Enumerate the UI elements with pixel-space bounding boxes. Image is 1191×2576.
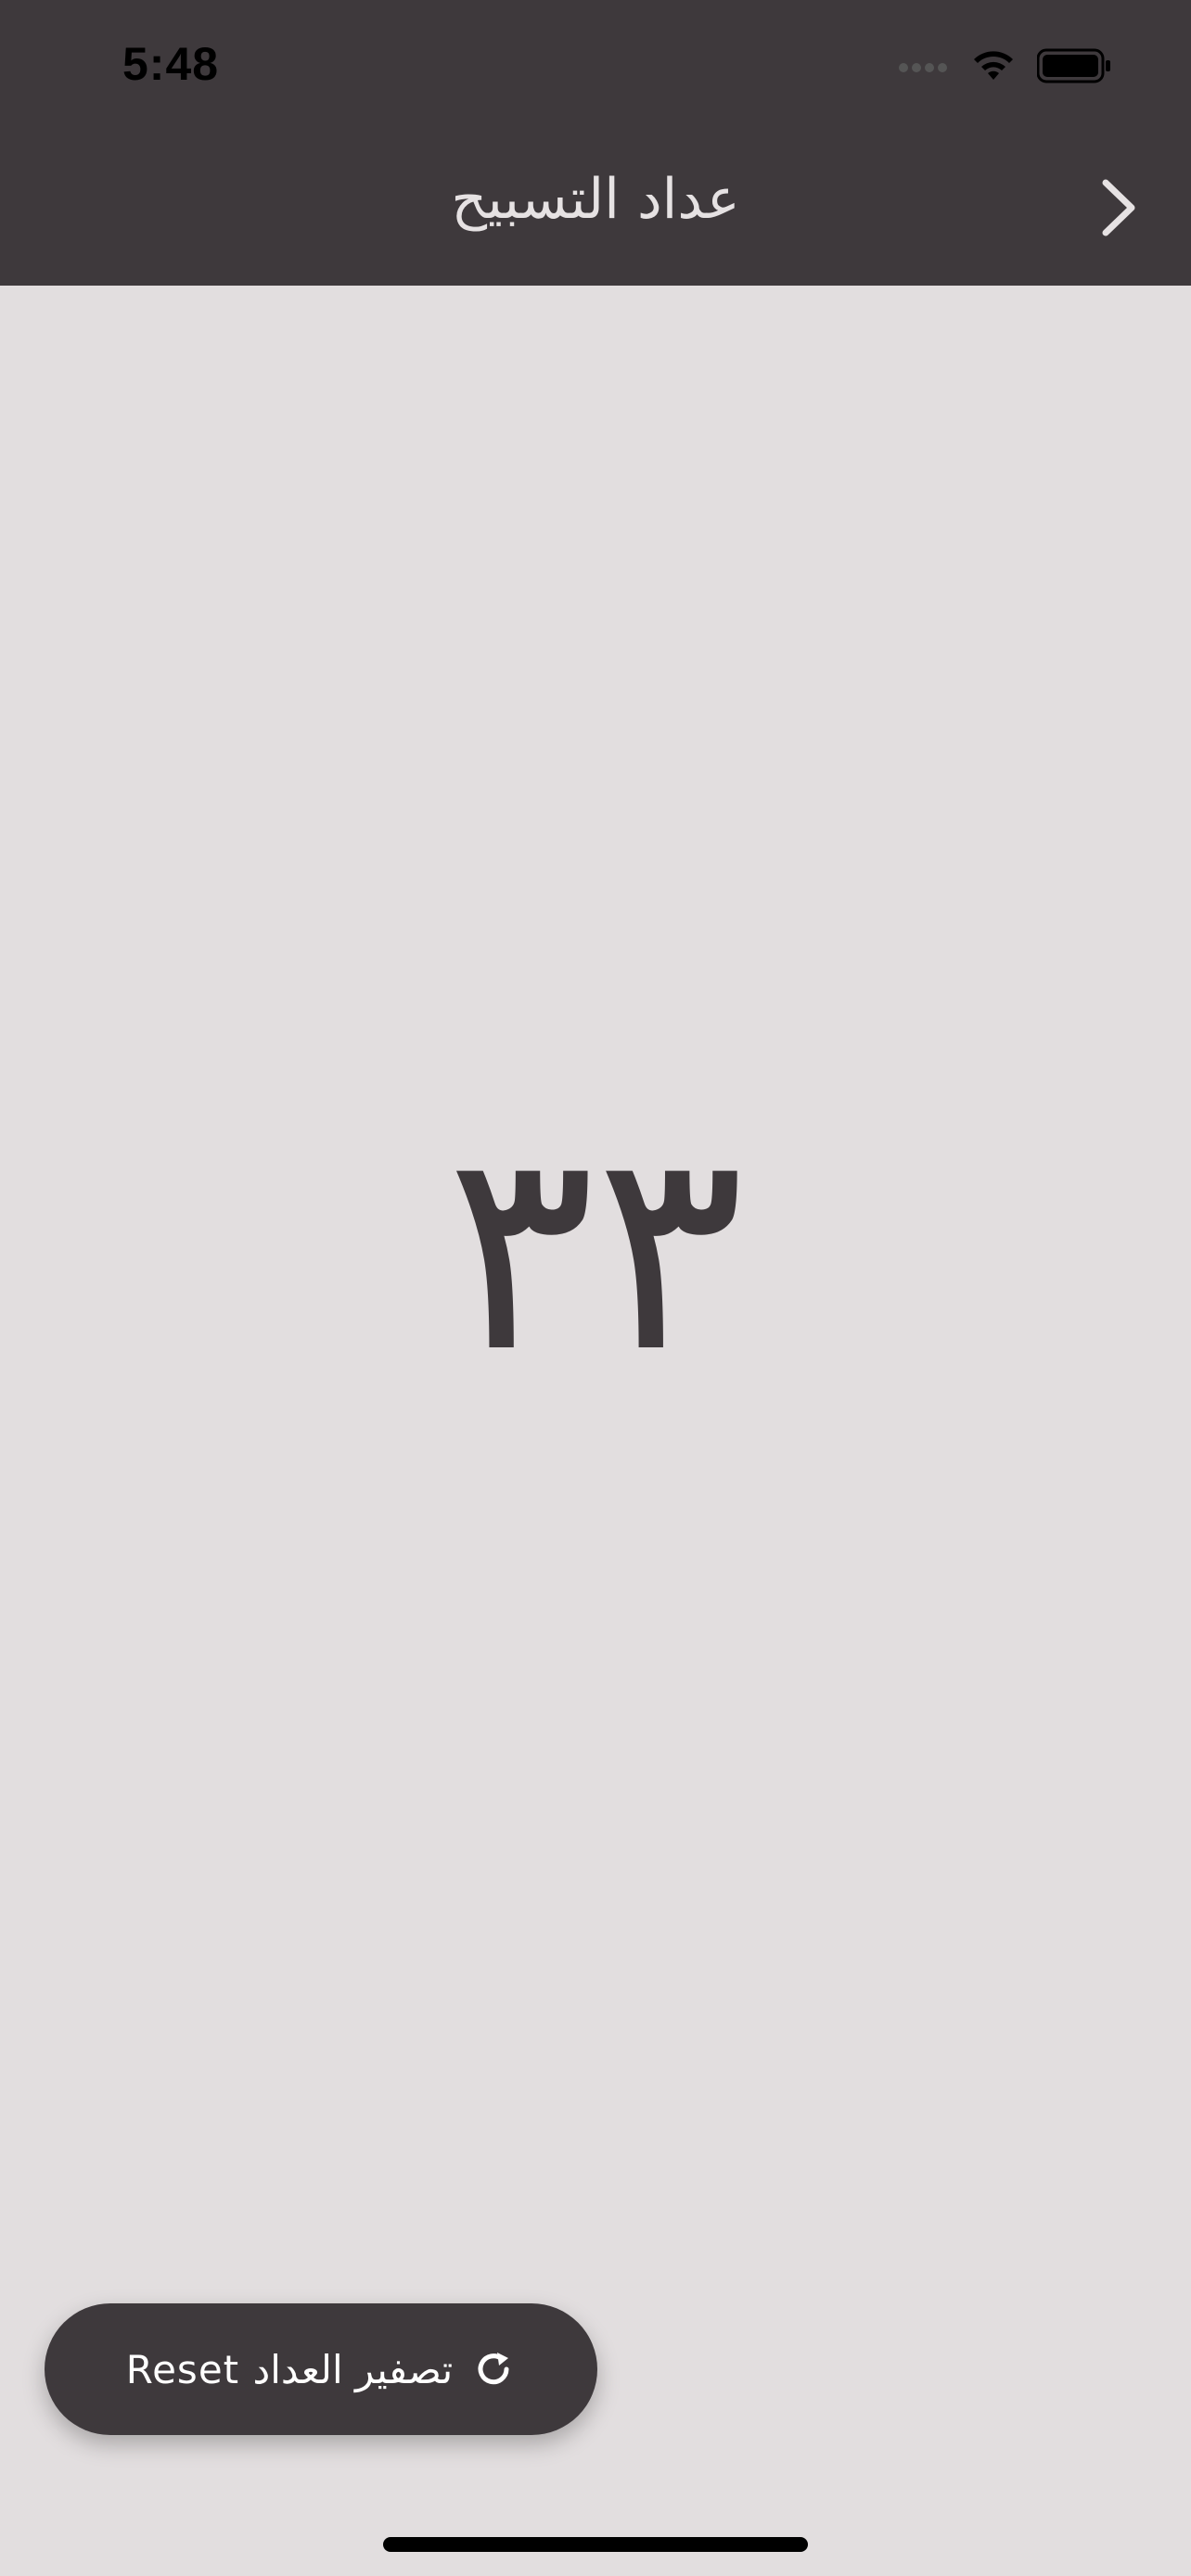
screen: 5:48 عداد التسبيح ٣٣ Reset تصفير العداد — [0, 0, 1191, 2576]
status-icons — [898, 45, 1111, 91]
home-indicator — [383, 2537, 808, 2552]
status-time: 5:48 — [122, 38, 220, 90]
wifi-icon — [970, 48, 1017, 87]
counter-value: ٣٣ — [445, 1090, 746, 1413]
chevron-right-icon — [1100, 179, 1137, 240]
signal-dots-icon — [898, 59, 950, 77]
back-button[interactable] — [1091, 172, 1146, 247]
reset-button-label: Reset تصفير العداد — [125, 2346, 454, 2392]
top-bar: 5:48 عداد التسبيح — [0, 0, 1191, 286]
reset-counter-button[interactable]: Reset تصفير العداد — [45, 2303, 597, 2435]
page-title: عداد التسبيح — [451, 167, 740, 232]
refresh-icon — [471, 2347, 516, 2391]
battery-icon — [1036, 48, 1111, 87]
